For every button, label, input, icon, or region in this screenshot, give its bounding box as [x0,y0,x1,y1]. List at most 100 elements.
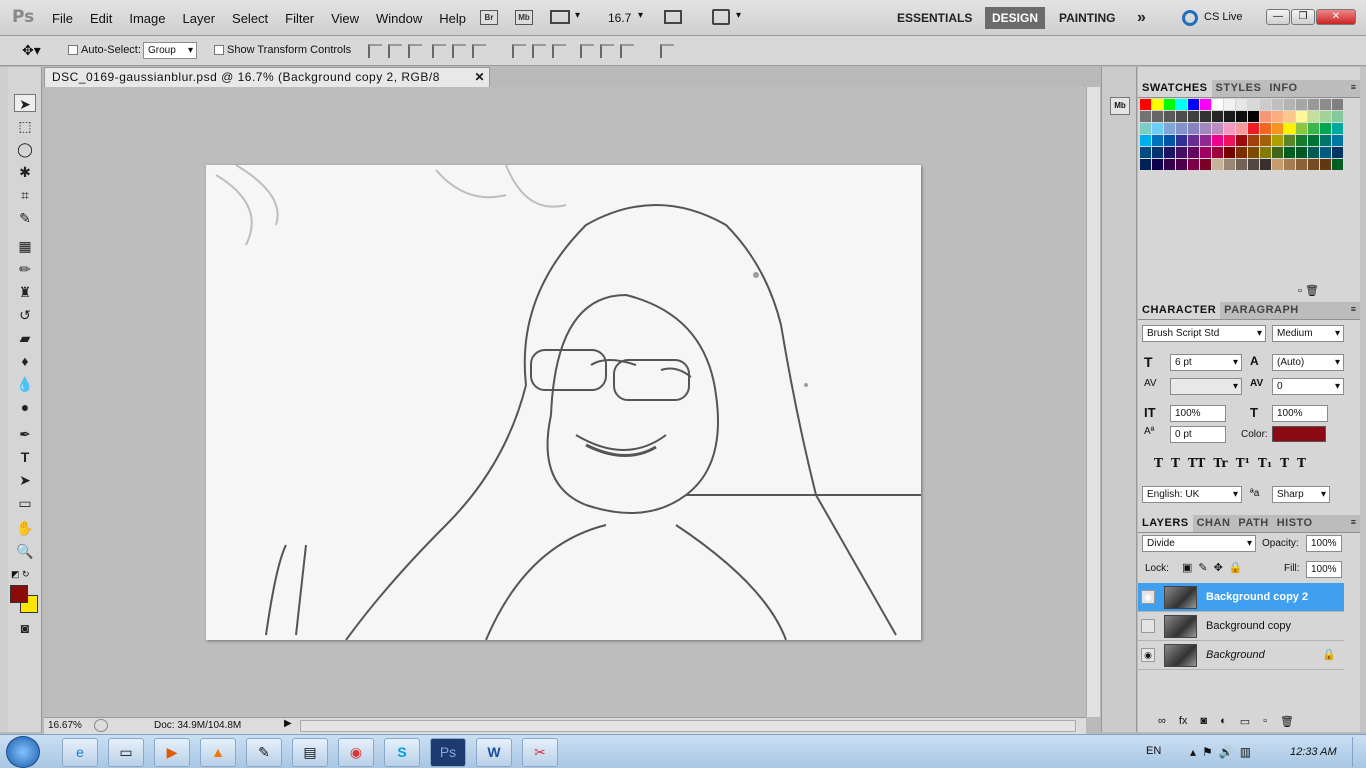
horizontal-scale-field[interactable]: 100% [1272,405,1328,422]
zoom-tool-icon[interactable]: 🔍 [14,542,36,560]
dodge-tool-icon[interactable]: ● [14,398,36,416]
workspace-painting[interactable]: PAINTING [1052,7,1122,29]
swatch-cell[interactable] [1272,147,1283,158]
path-selection-tool-icon[interactable]: ➤ [14,471,36,489]
swatch-cell[interactable] [1332,111,1343,122]
move-tool-icon[interactable]: ➤ [14,94,36,112]
document-tab[interactable]: DSC_0169-gaussianblur.psd @ 16.7% (Backg… [44,67,490,87]
panel-menu-icon[interactable]: ≡ [1351,304,1356,314]
swatch-cell[interactable] [1224,135,1235,146]
swatch-cell[interactable] [1320,147,1331,158]
swatch-cell[interactable] [1332,159,1343,170]
swatch-cell[interactable] [1248,111,1259,122]
tab-character[interactable]: CHARACTER [1138,302,1221,319]
type-style-button[interactable]: T [1154,456,1163,470]
close-tab-icon[interactable]: ✕ [474,68,485,87]
swatch-cell[interactable] [1332,147,1343,158]
swatch-cell[interactable] [1284,135,1295,146]
swatch-cell[interactable] [1164,99,1175,110]
paint-icon[interactable]: ✂ [522,738,558,767]
panel-scrollbar[interactable] [1360,67,1366,732]
clone-stamp-tool-icon[interactable]: ♜ [14,283,36,301]
align-option-icon[interactable] [408,44,422,58]
show-desktop-button[interactable] [1352,737,1364,767]
checkbox[interactable] [214,45,224,56]
swatch-cell[interactable] [1140,147,1151,158]
view-extras-icon[interactable] [550,10,570,24]
marquee-tool-icon[interactable]: ⬚ [14,117,36,135]
swatch-cell[interactable] [1200,111,1211,122]
swatch-cell[interactable] [1140,135,1151,146]
swatch-cells[interactable] [1140,99,1348,195]
swatch-cell[interactable] [1308,99,1319,110]
new-layer-icon[interactable]: ▫ [1263,715,1267,728]
paint-bucket-tool-icon[interactable]: ♦ [14,352,36,370]
eyedropper-tool-icon[interactable]: ✎ [14,209,36,227]
type-style-button[interactable]: T¹ [1236,456,1250,470]
fx-icon[interactable]: fx [1179,715,1188,728]
swatch-cell[interactable] [1296,123,1307,134]
swatch-cell[interactable] [1152,159,1163,170]
photoshop-taskbar-icon[interactable]: Ps [430,738,466,767]
skype-icon[interactable]: S [384,738,420,767]
swatch-cell[interactable] [1176,111,1187,122]
status-menu-icon[interactable] [94,719,108,732]
swatch-cell[interactable] [1212,123,1223,134]
type-style-button[interactable]: T₁ [1258,456,1272,470]
blur-tool-icon[interactable]: 💧 [14,375,36,393]
status-arrow-icon[interactable]: ▶ [284,718,292,729]
swatch-cell[interactable] [1272,111,1283,122]
default-colors-icon[interactable]: ◩ ↻ [11,569,30,580]
panel-menu-icon[interactable]: ≡ [1351,517,1356,527]
swatch-cell[interactable] [1200,135,1211,146]
swatch-cell[interactable] [1332,123,1343,134]
menu-help[interactable]: Help [439,11,466,26]
swatch-cell[interactable] [1320,123,1331,134]
swatch-cell[interactable] [1140,99,1151,110]
screen-mode-icon[interactable] [712,9,730,25]
leading-field[interactable]: (Auto) [1272,354,1344,371]
swatch-cell[interactable] [1332,99,1343,110]
tab-histo[interactable]: HISTO [1273,515,1317,532]
tab-paragraph[interactable]: PARAGRAPH [1220,302,1303,319]
swatch-cell[interactable] [1176,147,1187,158]
chevron-down-icon[interactable]: ▾ [575,10,580,21]
swatch-cell[interactable] [1320,111,1331,122]
swatch-cell[interactable] [1296,135,1307,146]
type-style-button[interactable]: Tr [1213,456,1227,470]
swatch-cell[interactable] [1176,99,1187,110]
brush-tool-icon[interactable]: ✏ [14,260,36,278]
swatch-cell[interactable] [1176,135,1187,146]
chrome-icon[interactable]: ◉ [338,738,374,767]
font-style-dropdown[interactable]: Medium [1272,325,1344,342]
swatch-cell[interactable] [1140,111,1151,122]
language-dropdown[interactable]: English: UK [1142,486,1242,503]
swatch-cell[interactable] [1188,159,1199,170]
horizontal-scrollbar[interactable] [300,720,1076,732]
show-transform-checkbox[interactable]: Show Transform Controls [214,44,351,56]
swatch-cell[interactable] [1236,147,1247,158]
visibility-toggle[interactable] [1141,619,1155,633]
swatch-cell[interactable] [1164,111,1175,122]
mini-bridge-button[interactable]: Mb [515,10,533,25]
notepad-icon[interactable]: ✎ [246,738,282,767]
swatch-cell[interactable] [1272,123,1283,134]
type-tool-icon[interactable]: T [14,448,36,466]
swatch-cell[interactable] [1224,111,1235,122]
word-icon[interactable]: W [476,738,512,767]
blend-mode-dropdown[interactable]: Divide [1142,535,1256,552]
swatch-cell[interactable] [1176,159,1187,170]
adjustment-icon[interactable]: ◐ [1220,715,1227,728]
hand-tool-icon[interactable]: ✋ [14,519,36,537]
trash-icon[interactable]: 🗑 [1280,715,1294,728]
align-option-icon[interactable] [580,44,594,58]
swatch-cell[interactable] [1212,147,1223,158]
swatch-cell[interactable] [1224,159,1235,170]
swatch-cell[interactable] [1296,159,1307,170]
swatch-cell[interactable] [1224,123,1235,134]
swatch-cell[interactable] [1152,147,1163,158]
swatch-cell[interactable] [1248,159,1259,170]
pen-tool-icon[interactable]: ✒ [14,425,36,443]
swatch-cell[interactable] [1296,99,1307,110]
swatch-cell[interactable] [1260,159,1271,170]
